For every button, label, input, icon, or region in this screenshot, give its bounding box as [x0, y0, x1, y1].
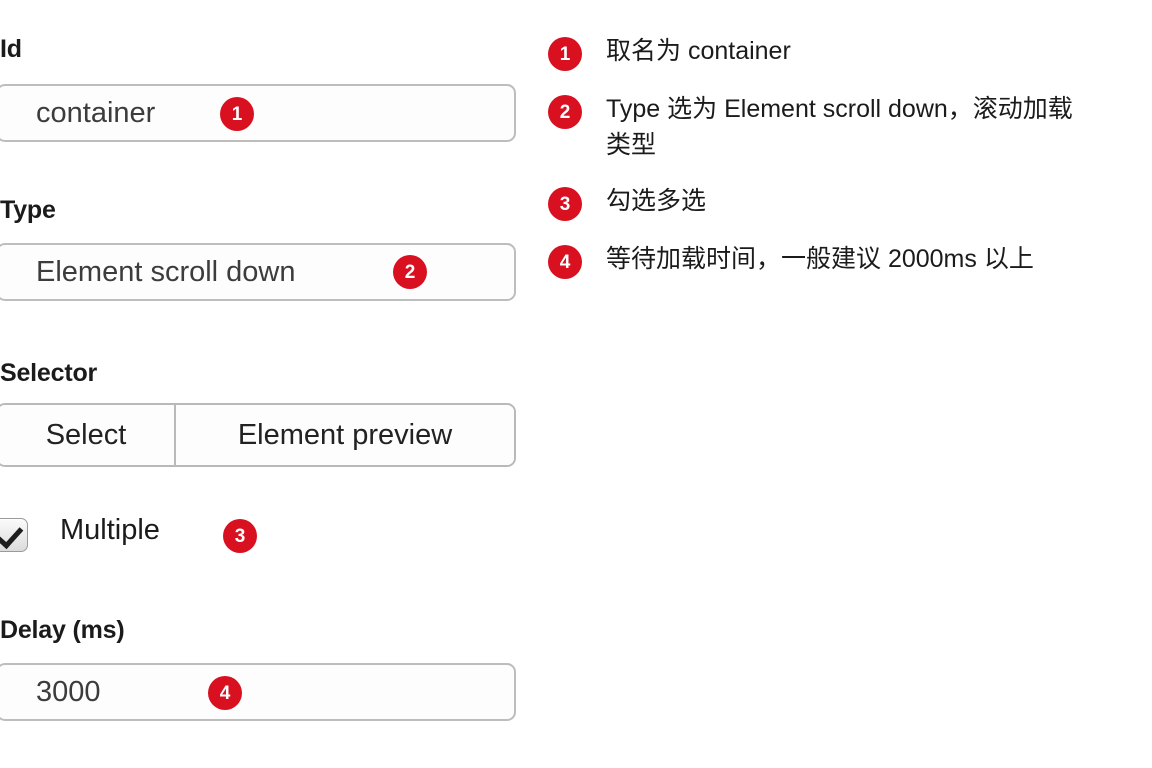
- step-badge-4: 4: [208, 676, 242, 710]
- id-input[interactable]: container: [0, 84, 516, 142]
- id-input-value: container: [36, 96, 156, 129]
- annotation-item: 2 Type 选为 Element scroll down，滚动加载类型: [548, 92, 1138, 163]
- multiple-checkbox[interactable]: [0, 518, 28, 552]
- selector-field-label: Selector: [0, 359, 98, 387]
- annotation-badge-2: 2: [548, 95, 582, 129]
- step-badge-2: 2: [393, 255, 427, 289]
- select-button[interactable]: Select: [0, 405, 176, 465]
- type-field-label: Type: [0, 196, 56, 224]
- delay-input[interactable]: 3000: [0, 663, 516, 721]
- step-badge-3: 3: [223, 519, 257, 553]
- scraper-field-form: Id container 1 Type Element scroll down …: [0, 0, 560, 768]
- id-field-label: Id: [0, 35, 22, 63]
- annotation-text-3: 勾选多选: [606, 187, 707, 215]
- delay-field-label: Delay (ms): [0, 616, 125, 644]
- step-badge-1: 1: [220, 97, 254, 131]
- annotation-list: 1 取名为 container 2 Type 选为 Element scroll…: [548, 34, 1138, 300]
- annotation-text-2: Type 选为 Element scroll down，滚动加载类型: [606, 95, 1073, 159]
- annotation-item: 4 等待加载时间，一般建议 2000ms 以上: [548, 242, 1138, 279]
- annotation-badge-1: 1: [548, 37, 582, 71]
- type-select-value: Element scroll down: [36, 255, 296, 288]
- annotation-badge-4: 4: [548, 245, 582, 279]
- annotation-item: 1 取名为 container: [548, 34, 1138, 71]
- annotation-text-4: 等待加载时间，一般建议 2000ms 以上: [606, 245, 1034, 273]
- type-select[interactable]: Element scroll down: [0, 243, 516, 301]
- multiple-checkbox-label: Multiple: [60, 514, 160, 546]
- delay-input-value: 3000: [36, 675, 101, 708]
- annotation-text-1: 取名为 container: [606, 37, 791, 65]
- selector-button-group: Select Element preview: [0, 403, 516, 467]
- annotation-item: 3 勾选多选: [548, 184, 1138, 221]
- checkmark-icon: [0, 519, 24, 550]
- element-preview-button[interactable]: Element preview: [176, 405, 514, 465]
- annotation-badge-3: 3: [548, 187, 582, 221]
